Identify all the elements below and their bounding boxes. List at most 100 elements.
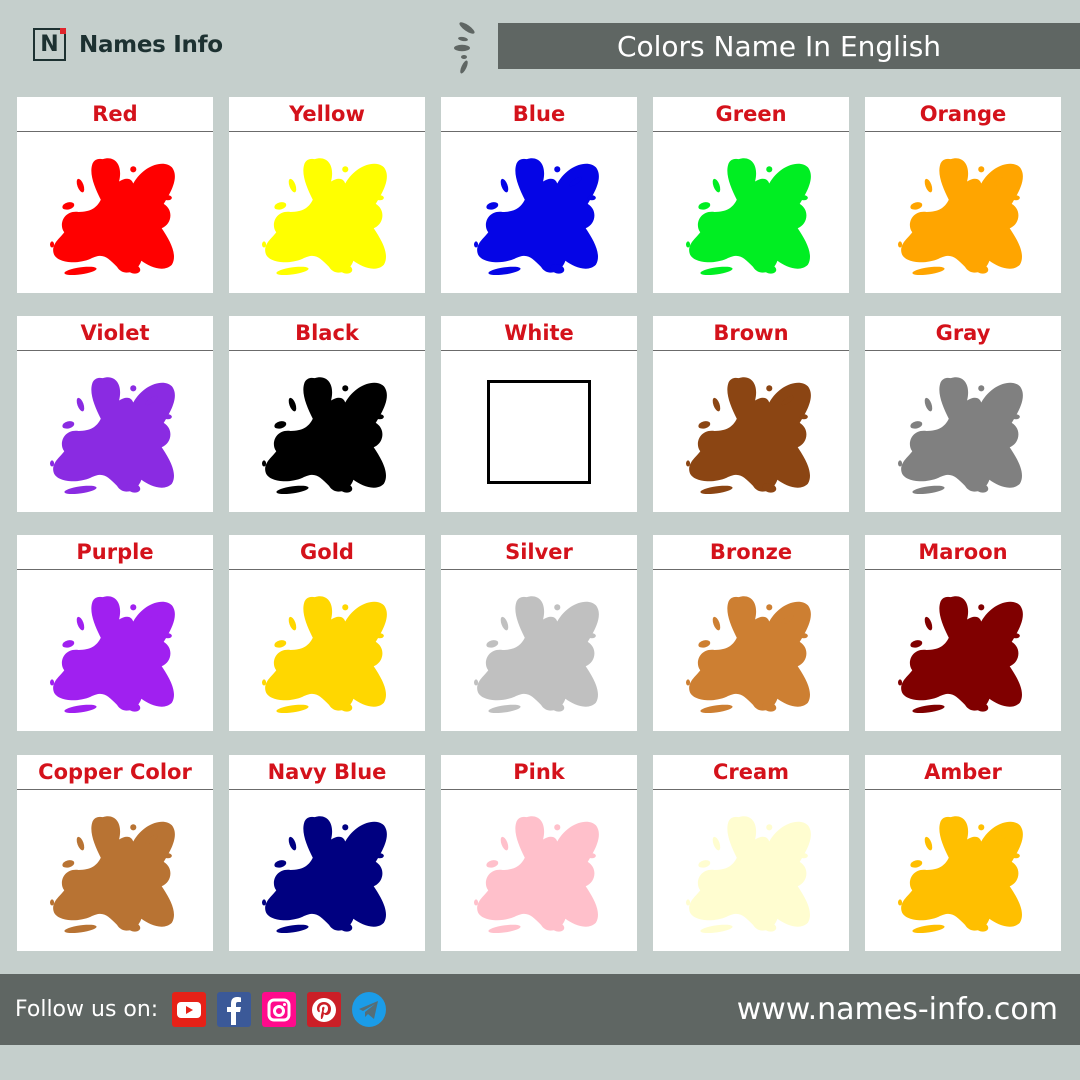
paint-drop	[130, 604, 137, 611]
paint-drop	[62, 421, 75, 429]
paint-drop	[500, 178, 509, 193]
instagram-icon	[267, 998, 291, 1022]
paint-drop	[50, 460, 55, 467]
youtube-icon	[176, 1000, 202, 1020]
paint-drop	[64, 266, 97, 276]
color-card: Orange	[865, 97, 1061, 293]
color-card: Gold	[229, 535, 425, 731]
paint-splash-shape	[265, 816, 387, 931]
paint-drop	[276, 924, 309, 934]
color-name-label: Amber	[865, 755, 1061, 790]
paint-drop	[76, 616, 85, 631]
paint-drop	[474, 679, 479, 686]
paint-drop	[766, 604, 773, 611]
color-swatch-area	[441, 571, 637, 731]
paint-drop	[274, 202, 287, 210]
logo-letter: N	[40, 32, 59, 57]
instagram-link[interactable]	[262, 992, 297, 1027]
paint-splash-shape	[53, 816, 175, 931]
color-card: Brown	[653, 316, 849, 512]
social-links	[172, 992, 397, 1027]
paint-drop	[64, 485, 97, 495]
color-card: Navy Blue	[229, 755, 425, 951]
paint-splash-icon	[474, 596, 599, 714]
paint-drop	[474, 241, 479, 248]
paint-splash-shape	[265, 377, 387, 492]
paint-drop	[342, 385, 349, 392]
paint-drop	[978, 604, 985, 611]
color-name-label: Orange	[865, 97, 1061, 132]
pinterest-link[interactable]	[307, 992, 342, 1027]
paint-drop	[712, 836, 721, 851]
paint-drop	[375, 414, 384, 420]
paint-splash-icon	[262, 596, 387, 714]
paint-splash-shape	[477, 596, 599, 711]
color-name-label: Purple	[17, 535, 213, 570]
paint-drop	[912, 704, 945, 714]
website-url[interactable]: www.names-info.com	[737, 974, 1058, 1045]
paint-drop	[698, 860, 711, 868]
burst-decoration-icon	[454, 22, 475, 74]
paint-splash-shape	[901, 377, 1023, 492]
paint-drop	[686, 679, 691, 686]
color-swatch-area	[17, 352, 213, 512]
paint-drop	[488, 266, 521, 276]
color-card: Gray	[865, 316, 1061, 512]
color-swatch-area	[653, 133, 849, 293]
color-name-label: White	[441, 316, 637, 351]
brand-logo[interactable]: N Names Info	[33, 28, 223, 61]
paint-drop	[64, 924, 97, 934]
paint-drop	[163, 633, 172, 639]
color-swatch-area	[17, 791, 213, 951]
paint-splash-shape	[265, 596, 387, 711]
telegram-link[interactable]	[352, 992, 387, 1027]
paint-drop	[1011, 853, 1020, 859]
color-card: Pink	[441, 755, 637, 951]
paint-drop	[587, 195, 596, 201]
follow-section: Follow us on:	[15, 974, 397, 1045]
color-swatch-area	[865, 133, 1061, 293]
paint-drop	[554, 824, 561, 831]
paint-drop	[163, 195, 172, 201]
paint-drop	[163, 853, 172, 859]
paint-drop	[276, 485, 309, 495]
paint-drop	[700, 704, 733, 714]
facebook-link[interactable]	[217, 992, 252, 1027]
pinterest-icon	[311, 997, 337, 1023]
youtube-link[interactable]	[172, 992, 207, 1027]
paint-splash-shape	[689, 596, 811, 711]
paint-drop	[978, 385, 985, 392]
paint-drop	[912, 924, 945, 934]
paint-drop	[799, 853, 808, 859]
paint-drop	[766, 166, 773, 173]
paint-splash-icon	[686, 158, 811, 276]
paint-drop	[288, 178, 297, 193]
paint-splash-icon	[898, 596, 1023, 714]
paint-drop	[130, 824, 137, 831]
paint-drop	[500, 616, 509, 631]
color-name-label: Violet	[17, 316, 213, 351]
paint-drop	[712, 397, 721, 412]
paint-splash-icon	[50, 158, 175, 276]
paint-splash-icon	[898, 816, 1023, 934]
color-swatch-area	[653, 791, 849, 951]
telegram-icon	[357, 999, 381, 1021]
paint-drop	[76, 178, 85, 193]
paint-drop	[130, 385, 137, 392]
paint-splash-icon	[50, 596, 175, 714]
logo-mark-icon: N	[33, 28, 66, 61]
paint-splash-shape	[901, 596, 1023, 711]
paint-splash-shape	[689, 158, 811, 273]
paint-drop	[50, 241, 55, 248]
color-swatch-area	[865, 352, 1061, 512]
paint-splash-icon	[262, 158, 387, 276]
brand-name: Names Info	[79, 31, 223, 58]
paint-drop	[276, 266, 309, 276]
color-name-label: Black	[229, 316, 425, 351]
color-swatch-area	[229, 352, 425, 512]
paint-drop	[698, 421, 711, 429]
paint-drop	[64, 704, 97, 714]
paint-drop	[274, 860, 287, 868]
paint-drop	[978, 166, 985, 173]
paint-drop	[342, 604, 349, 611]
